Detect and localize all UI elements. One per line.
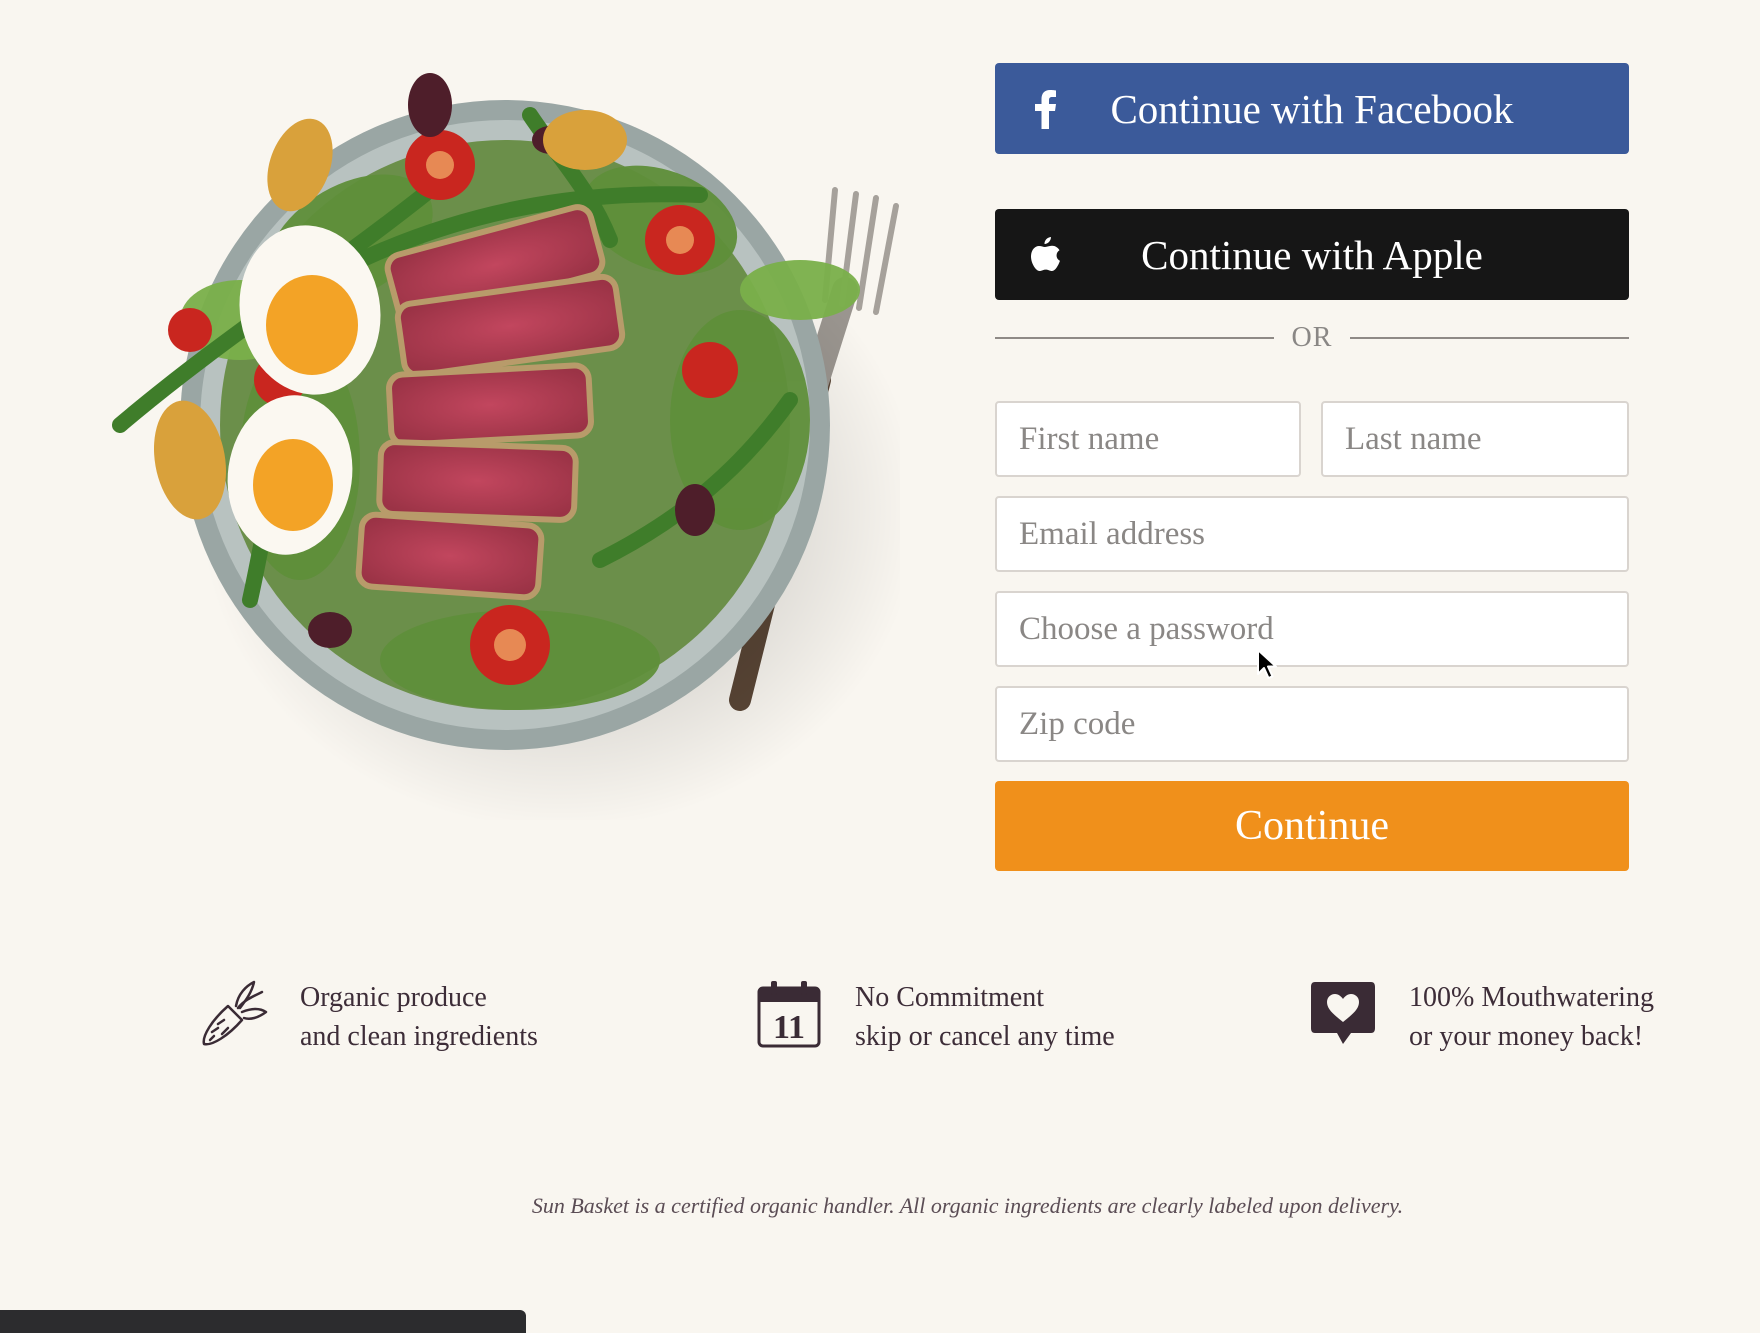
bottom-bar	[0, 1310, 526, 1333]
calendar-day-number: 11	[773, 1009, 805, 1046]
organic-disclaimer: Sun Basket is a certified organic handle…	[531, 1193, 1404, 1218]
feature-organic-line1: Organic produce	[300, 982, 487, 1013]
divider-line-right	[1350, 337, 1629, 339]
feature-mouthwatering-line1: 100% Mouthwatering	[1409, 982, 1654, 1013]
feature-commitment: 11 No Commitment skip or cancel any time	[753, 978, 1115, 1056]
continue-button[interactable]: Continue	[995, 781, 1629, 871]
facebook-button-label: Continue with Facebook	[1110, 85, 1514, 132]
password-input[interactable]	[995, 591, 1629, 667]
feature-organic-text: Organic produce and clean ingredients	[300, 978, 538, 1056]
apple-button-label: Continue with Apple	[1141, 231, 1483, 278]
signup-page: Continue with Facebook Continue with App…	[0, 0, 1760, 1333]
mouse-cursor-icon	[1257, 649, 1277, 679]
salad-bowl-image	[112, 73, 900, 820]
feature-commitment-line2: skip or cancel any time	[855, 1021, 1115, 1052]
feature-commitment-line1: No Commitment	[855, 982, 1044, 1013]
first-name-input[interactable]	[995, 401, 1301, 477]
or-divider: OR	[995, 318, 1629, 358]
feature-mouthwatering-text: 100% Mouthwatering or your money back!	[1409, 978, 1654, 1056]
continue-with-facebook-button[interactable]: Continue with Facebook	[995, 63, 1629, 154]
heart-speech-bubble-icon	[1311, 982, 1375, 1044]
feature-organic: Organic produce and clean ingredients	[198, 978, 538, 1056]
or-label: OR	[1291, 322, 1333, 353]
feature-organic-line2: and clean ingredients	[300, 1021, 538, 1052]
email-input[interactable]	[995, 496, 1629, 572]
feature-commitment-text: No Commitment skip or cancel any time	[855, 978, 1115, 1056]
calendar-icon: 11	[757, 981, 821, 1048]
facebook-icon	[1023, 87, 1067, 131]
carrot-icon	[202, 980, 268, 1046]
divider-line-left	[995, 337, 1274, 339]
apple-icon	[1023, 233, 1067, 277]
continue-with-apple-button[interactable]: Continue with Apple	[995, 209, 1629, 300]
feature-mouthwatering: 100% Mouthwatering or your money back!	[1307, 978, 1654, 1056]
zip-code-input[interactable]	[995, 686, 1629, 762]
last-name-input[interactable]	[1321, 401, 1629, 477]
feature-mouthwatering-line2: or your money back!	[1409, 1021, 1644, 1052]
